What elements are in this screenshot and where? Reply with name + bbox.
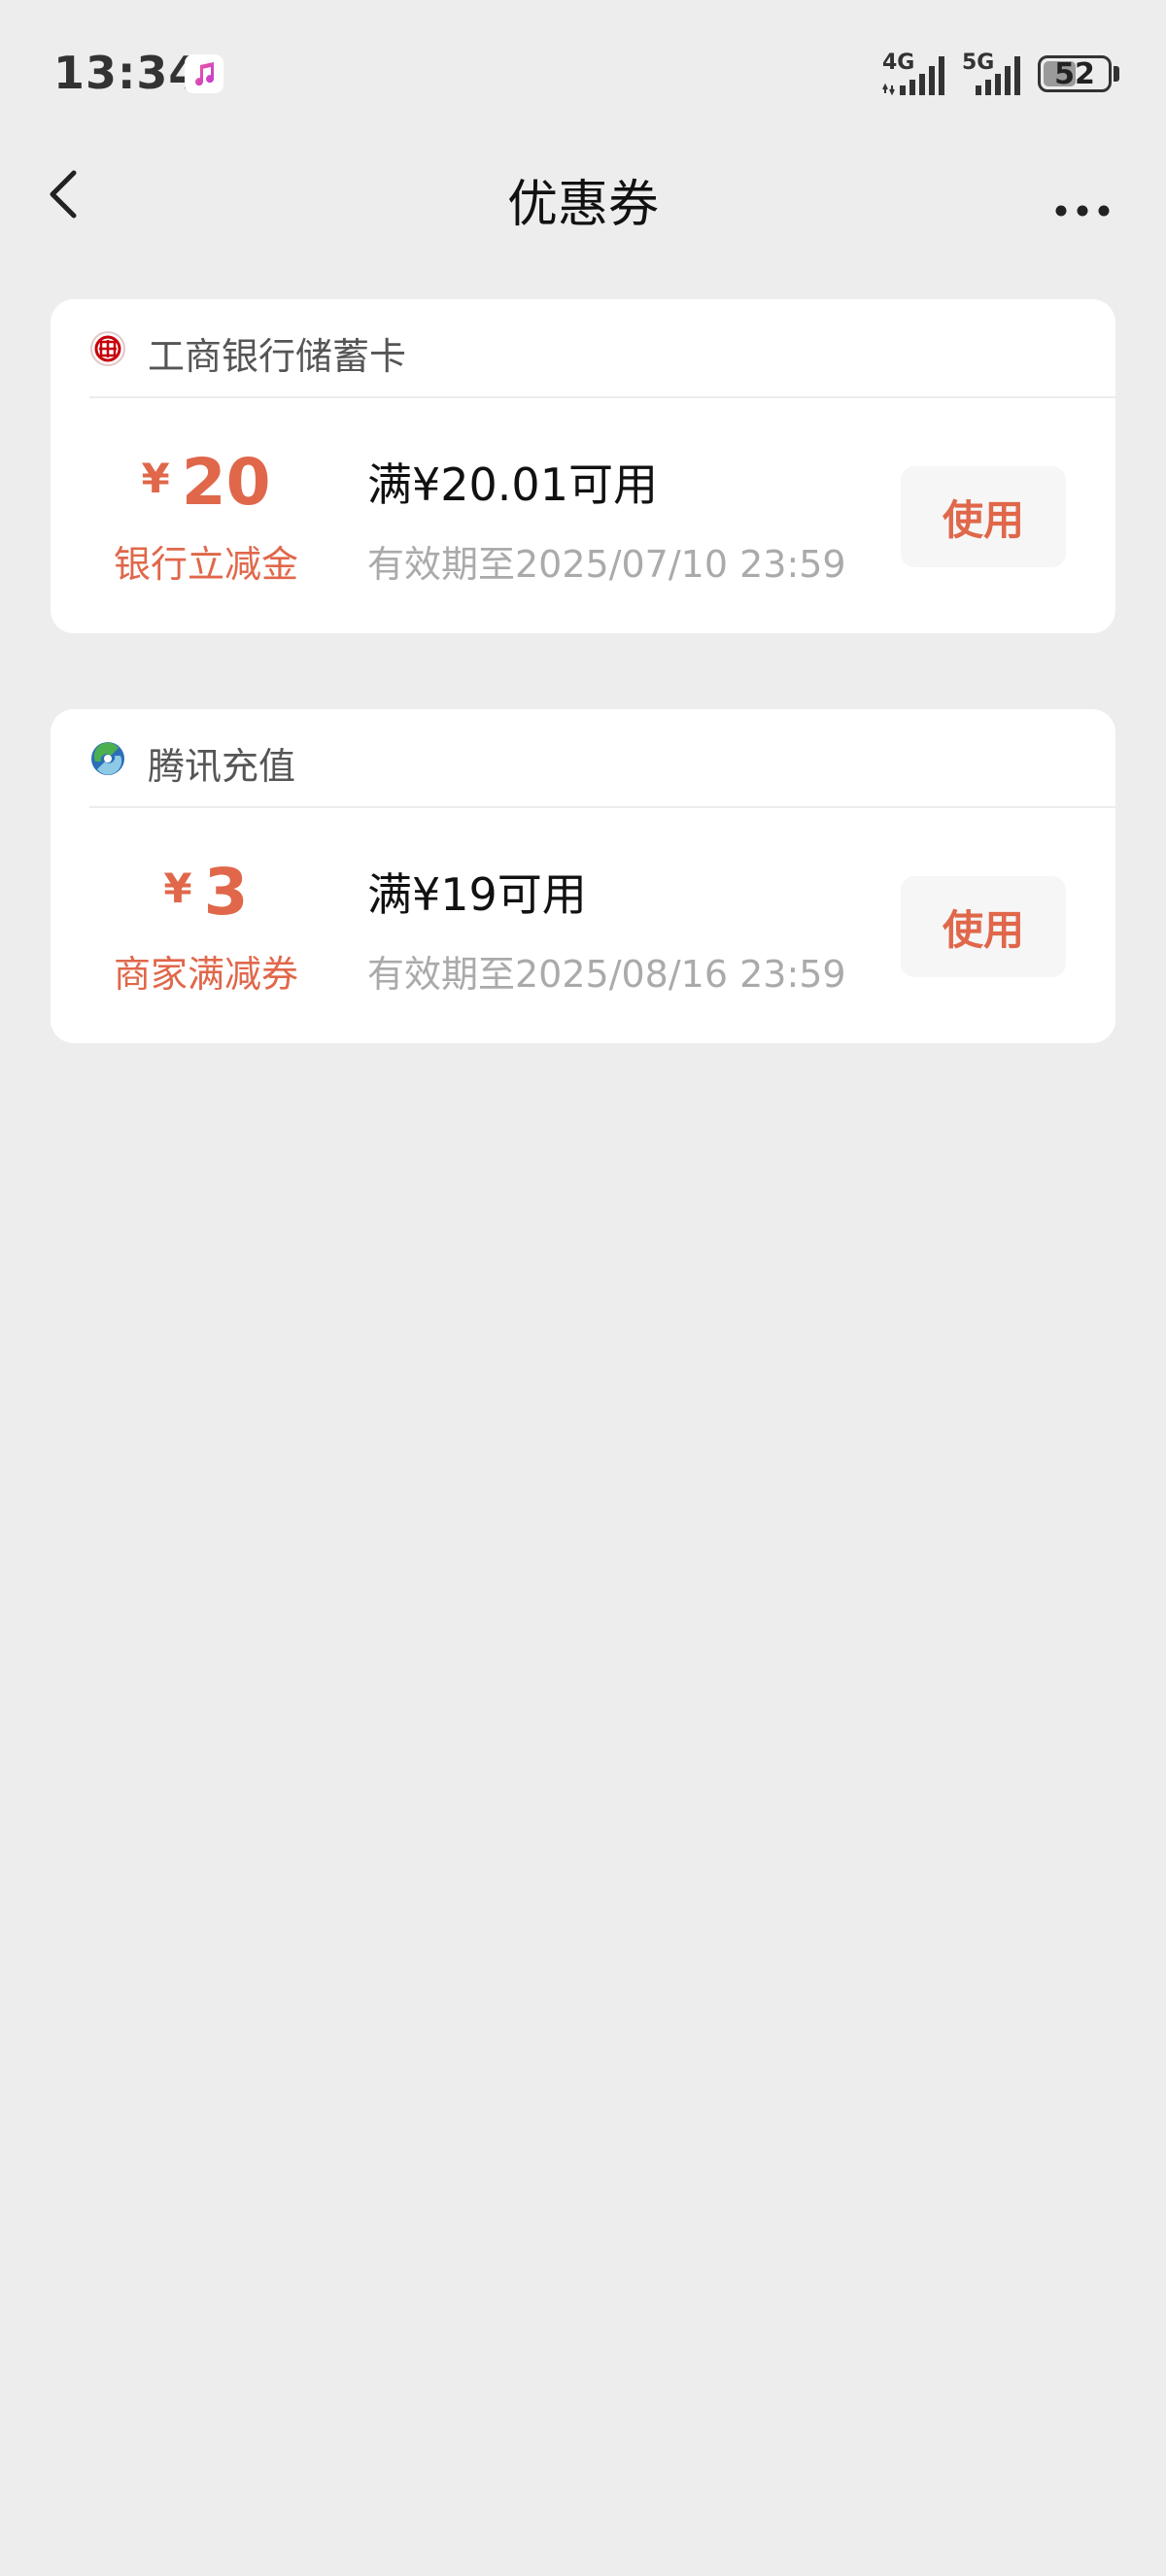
signal-4g-icon: 4G (882, 51, 960, 97)
status-bar: 13:34 4G 5G 52 (0, 0, 1166, 146)
tencent-logo-icon (89, 740, 126, 777)
coupon-card: 腾讯充值 ¥3 商家满减券 满¥19可用 有效期至2025/08/16 23:5… (51, 709, 1115, 1043)
coupon-amount: ¥20 (89, 445, 323, 520)
status-time: 13:34 (53, 47, 201, 99)
nav-bar: 优惠券 (0, 146, 1166, 243)
use-coupon-button[interactable]: 使用 (901, 876, 1066, 977)
amount-value: 20 (181, 445, 271, 520)
coupon-validity: 有效期至2025/08/16 23:59 (367, 953, 846, 996)
currency-symbol: ¥ (163, 864, 192, 912)
use-coupon-button[interactable]: 使用 (901, 466, 1066, 567)
battery-percent: 52 (1054, 56, 1095, 91)
coupon-card: 工商银行储蓄卡 ¥20 银行立减金 满¥20.01可用 有效期至2025/07/… (51, 299, 1115, 633)
currency-symbol: ¥ (141, 455, 170, 502)
coupon-condition: 满¥19可用 (367, 868, 587, 921)
battery-icon: 52 (1038, 55, 1112, 92)
battery-cap (1114, 66, 1119, 82)
more-button[interactable] (1049, 165, 1117, 223)
amount-value: 3 (203, 855, 249, 930)
icbc-logo-icon (89, 330, 126, 367)
page-title: 优惠券 (506, 176, 659, 234)
coupon-condition: 满¥20.01可用 (367, 458, 658, 511)
coupon-type: 商家满减券 (113, 953, 298, 996)
merchant-name: 腾讯充值 (148, 745, 296, 788)
music-app-icon (185, 54, 223, 93)
signal-5g-icon: 5G (962, 51, 1040, 97)
coupon-card-header: 腾讯充值 (89, 709, 1115, 808)
coupon-card-header: 工商银行储蓄卡 (89, 299, 1115, 398)
coupon-type: 银行立减金 (113, 543, 298, 586)
coupon-amount: ¥3 (89, 855, 323, 930)
merchant-name: 工商银行储蓄卡 (148, 335, 407, 378)
coupon-validity: 有效期至2025/07/10 23:59 (367, 543, 846, 586)
more-dots-icon (1055, 205, 1110, 217)
